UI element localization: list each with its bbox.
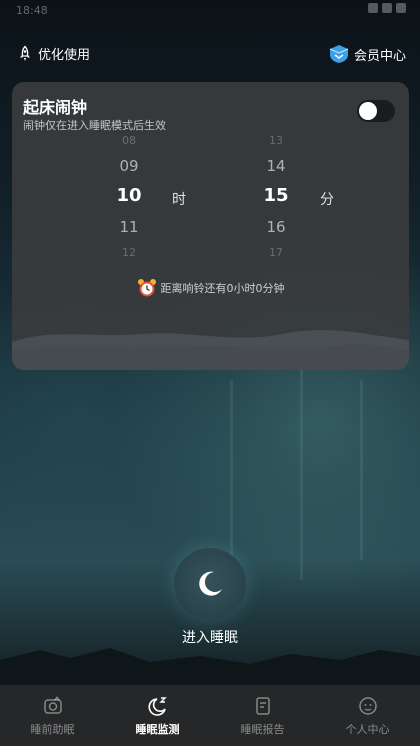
aurora-streak [300,360,303,580]
tab-pre-sleep[interactable]: 睡前助眠 [0,685,105,746]
enter-sleep-button[interactable] [174,548,246,620]
countdown-text: 距离响铃还有0小时0分钟 [160,282,285,295]
aurora-streak [230,380,233,580]
status-time: 18:48 [16,4,48,17]
minute-option[interactable]: 17 [256,246,296,259]
optimize-label: 优化使用 [38,48,91,63]
alarm-subtitle: 闹钟仅在进入睡眠模式后生效 [23,119,166,132]
hour-option[interactable]: 08 [109,134,149,147]
toggle-knob [359,102,377,120]
card-wave-decoration [12,330,409,370]
rocket-icon [20,45,30,61]
tab-label: 睡眠监测 [135,723,180,736]
minute-unit: 分 [320,192,334,208]
optimize-button[interactable]: 优化使用 [16,44,90,63]
minute-option[interactable]: 16 [256,218,296,236]
alarm-title: 起床闹钟 [23,98,88,117]
alarm-clock-icon [137,279,156,297]
alarm-countdown: 距离响铃还有0小时0分钟 [12,278,409,298]
battery-icon [396,3,406,13]
top-bar: 优化使用 会员中心 [0,40,420,70]
hour-option[interactable]: 12 [109,246,149,259]
enter-sleep-label: 进入睡眠 [182,630,238,646]
aurora-streak [360,380,363,560]
vip-center-label: 会员中心 [353,48,406,64]
hour-unit: 时 [172,192,186,208]
tab-sleep-report[interactable]: 睡眠报告 [210,685,315,746]
report-icon [255,697,270,715]
minute-selected[interactable]: 15 [256,185,296,206]
tab-label: 睡前助眠 [30,723,75,736]
camera-icon [43,696,62,714]
minute-option[interactable]: 13 [256,134,296,147]
status-bar: 18:48 [0,0,420,22]
bottom-tab-bar: 睡前助眠 睡眠监测 睡眠报告 个人中心 [0,685,420,746]
tab-label: 个人中心 [345,723,390,736]
status-icons [368,3,406,13]
alarm-toggle[interactable] [357,100,395,122]
wifi-icon [368,3,378,13]
tab-profile[interactable]: 个人中心 [315,685,420,746]
hour-option[interactable]: 11 [109,218,149,236]
alarm-card: 起床闹钟 闹钟仅在进入睡眠模式后生效 08 09 10 11 12 时 13 1… [12,82,409,370]
tab-label: 睡眠报告 [240,723,285,736]
minute-option[interactable]: 14 [256,157,296,175]
hour-selected[interactable]: 10 [109,185,149,206]
vip-badge-icon [329,45,349,63]
tab-sleep-monitor[interactable]: 睡眠监测 [105,685,210,746]
vip-center-button[interactable]: 会员中心 [328,44,406,64]
hour-option[interactable]: 09 [109,157,149,175]
moon-zz-icon [148,697,167,716]
moon-icon [199,571,222,596]
face-icon [358,697,377,715]
signal-icon [382,3,392,13]
